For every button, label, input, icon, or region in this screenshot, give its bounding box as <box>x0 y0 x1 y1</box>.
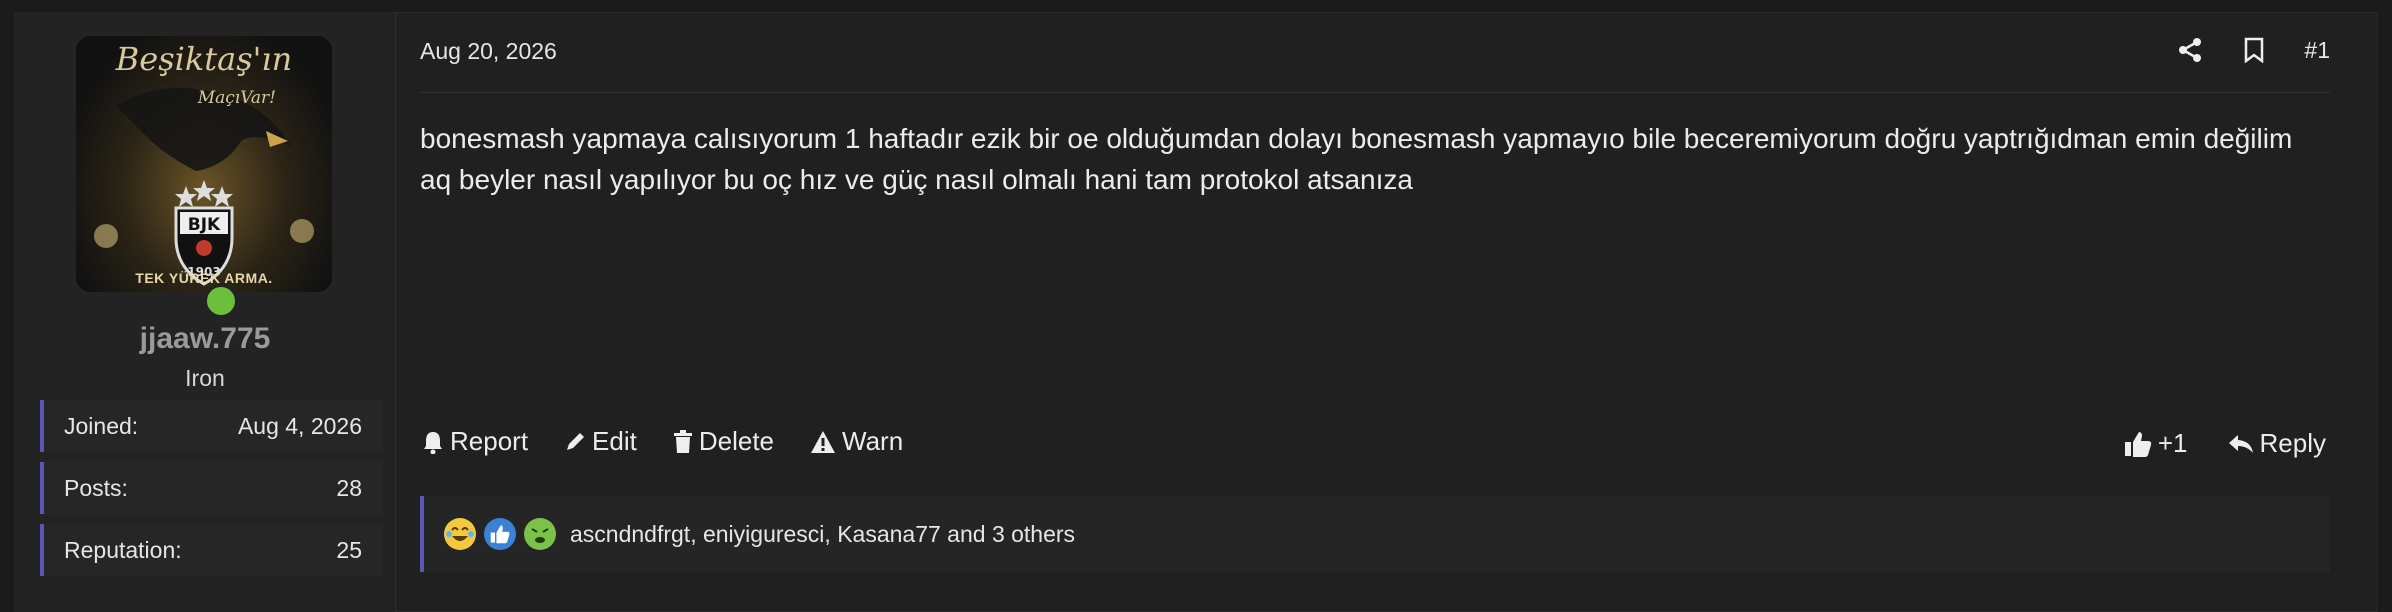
stat-joined: Joined: Aug 4, 2026 <box>40 400 382 452</box>
edit-button[interactable]: Edit <box>564 426 637 457</box>
stat-label: Joined: <box>64 412 139 439</box>
reactions-bar[interactable]: ascndndfrgt, eniyiguresci, Kasana77 and … <box>420 496 2330 572</box>
stat-value: 28 <box>336 474 362 501</box>
svg-text:BJK: BJK <box>188 215 221 235</box>
post-header-actions: #1 <box>2176 36 2330 64</box>
stat-reputation: Reputation: 25 <box>40 524 382 576</box>
warning-icon <box>811 430 836 453</box>
post-reaction-actions: +1 Reply <box>2124 428 2326 459</box>
avatar-motto: TEK YÜREK ARMA. <box>135 270 273 286</box>
reply-icon <box>2228 434 2253 453</box>
edit-label: Edit <box>592 426 637 456</box>
warn-label: Warn <box>842 426 904 456</box>
delete-label: Delete <box>698 426 775 456</box>
post-message: bonesmash yapmaya calısıyorum 1 haftadır… <box>420 123 2293 195</box>
share-icon[interactable] <box>2176 36 2204 64</box>
bell-icon <box>424 431 442 454</box>
post-header-divider <box>420 92 2330 93</box>
trash-icon <box>673 429 692 453</box>
reaction-names[interactable]: ascndndfrgt, eniyiguresci, Kasana77 and … <box>570 521 1075 548</box>
like-button[interactable]: +1 <box>2124 428 2188 459</box>
reply-button[interactable]: Reply <box>2228 428 2326 459</box>
sick-emoji-icon <box>524 518 556 550</box>
thumbs-up-emoji-icon <box>484 518 516 550</box>
report-label: Report <box>450 426 529 456</box>
reply-label: Reply <box>2259 428 2326 458</box>
pencil-icon <box>567 432 585 450</box>
stat-value: 25 <box>336 536 362 563</box>
thumbs-up-icon <box>2124 431 2152 457</box>
stat-label: Reputation: <box>64 536 182 563</box>
stat-value: Aug 4, 2026 <box>237 412 362 439</box>
laughing-crying-emoji-icon <box>444 518 476 550</box>
report-button[interactable]: Report <box>422 426 528 457</box>
bookmark-icon[interactable] <box>2240 36 2268 64</box>
avatar-sub-text: MaçıVar! <box>197 88 276 108</box>
username[interactable]: jjaaw.775 <box>14 322 396 356</box>
stat-label: Posts: <box>64 474 128 501</box>
post-action-bar: Report Edit Delete Warn <box>422 426 903 457</box>
delete-button[interactable]: Delete <box>673 426 774 457</box>
like-count: +1 <box>2157 428 2188 458</box>
stat-posts: Posts: 28 <box>40 462 382 514</box>
avatar[interactable]: BJK 1903 Beşiktaş'ın MaçıVar! TEK YÜREK … <box>76 36 332 292</box>
avatar-brand-text: Beşiktaş'ın <box>115 40 293 78</box>
user-title: Iron <box>185 365 225 391</box>
post-number-link[interactable]: #1 <box>2304 37 2330 64</box>
online-status-icon <box>204 284 238 318</box>
warn-button[interactable]: Warn <box>810 426 903 457</box>
post-date[interactable]: Aug 20, 2026 <box>420 38 557 65</box>
user-sidebar: BJK 1903 Beşiktaş'ın MaçıVar! TEK YÜREK … <box>14 12 396 612</box>
